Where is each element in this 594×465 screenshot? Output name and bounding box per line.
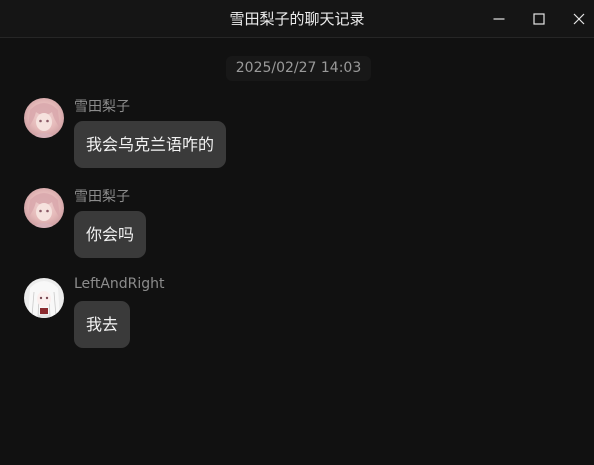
sender-name: LeftAndRight: [74, 276, 165, 292]
anime-avatar-pink-icon: [24, 188, 64, 228]
maximize-button[interactable]: [519, 0, 559, 38]
sender-name: 雪田梨子: [74, 189, 130, 205]
message-bubble[interactable]: 你会吗: [74, 211, 147, 258]
close-icon: [573, 13, 585, 25]
maximize-icon: [533, 13, 545, 25]
anime-avatar-pink-icon: [24, 98, 64, 138]
title-bar[interactable]: 雪田梨子的聊天记录: [0, 0, 594, 38]
avatar[interactable]: [24, 278, 64, 318]
anime-avatar-white-icon: [24, 278, 64, 318]
message-timestamp: 2025/02/27 14:03: [226, 56, 371, 81]
avatar[interactable]: [24, 188, 64, 228]
close-button[interactable]: [559, 0, 594, 38]
minimize-button[interactable]: [479, 0, 519, 38]
minimize-icon: [493, 18, 505, 20]
avatar[interactable]: [24, 98, 64, 138]
chat-history-window: 雪田梨子的聊天记录 2025/02/27 14:03 雪田梨子 我会乌克兰语咋的…: [0, 0, 594, 465]
message-bubble[interactable]: 我会乌克兰语咋的: [74, 121, 227, 168]
sender-name: 雪田梨子: [74, 99, 130, 115]
message-bubble[interactable]: 我去: [74, 301, 131, 348]
